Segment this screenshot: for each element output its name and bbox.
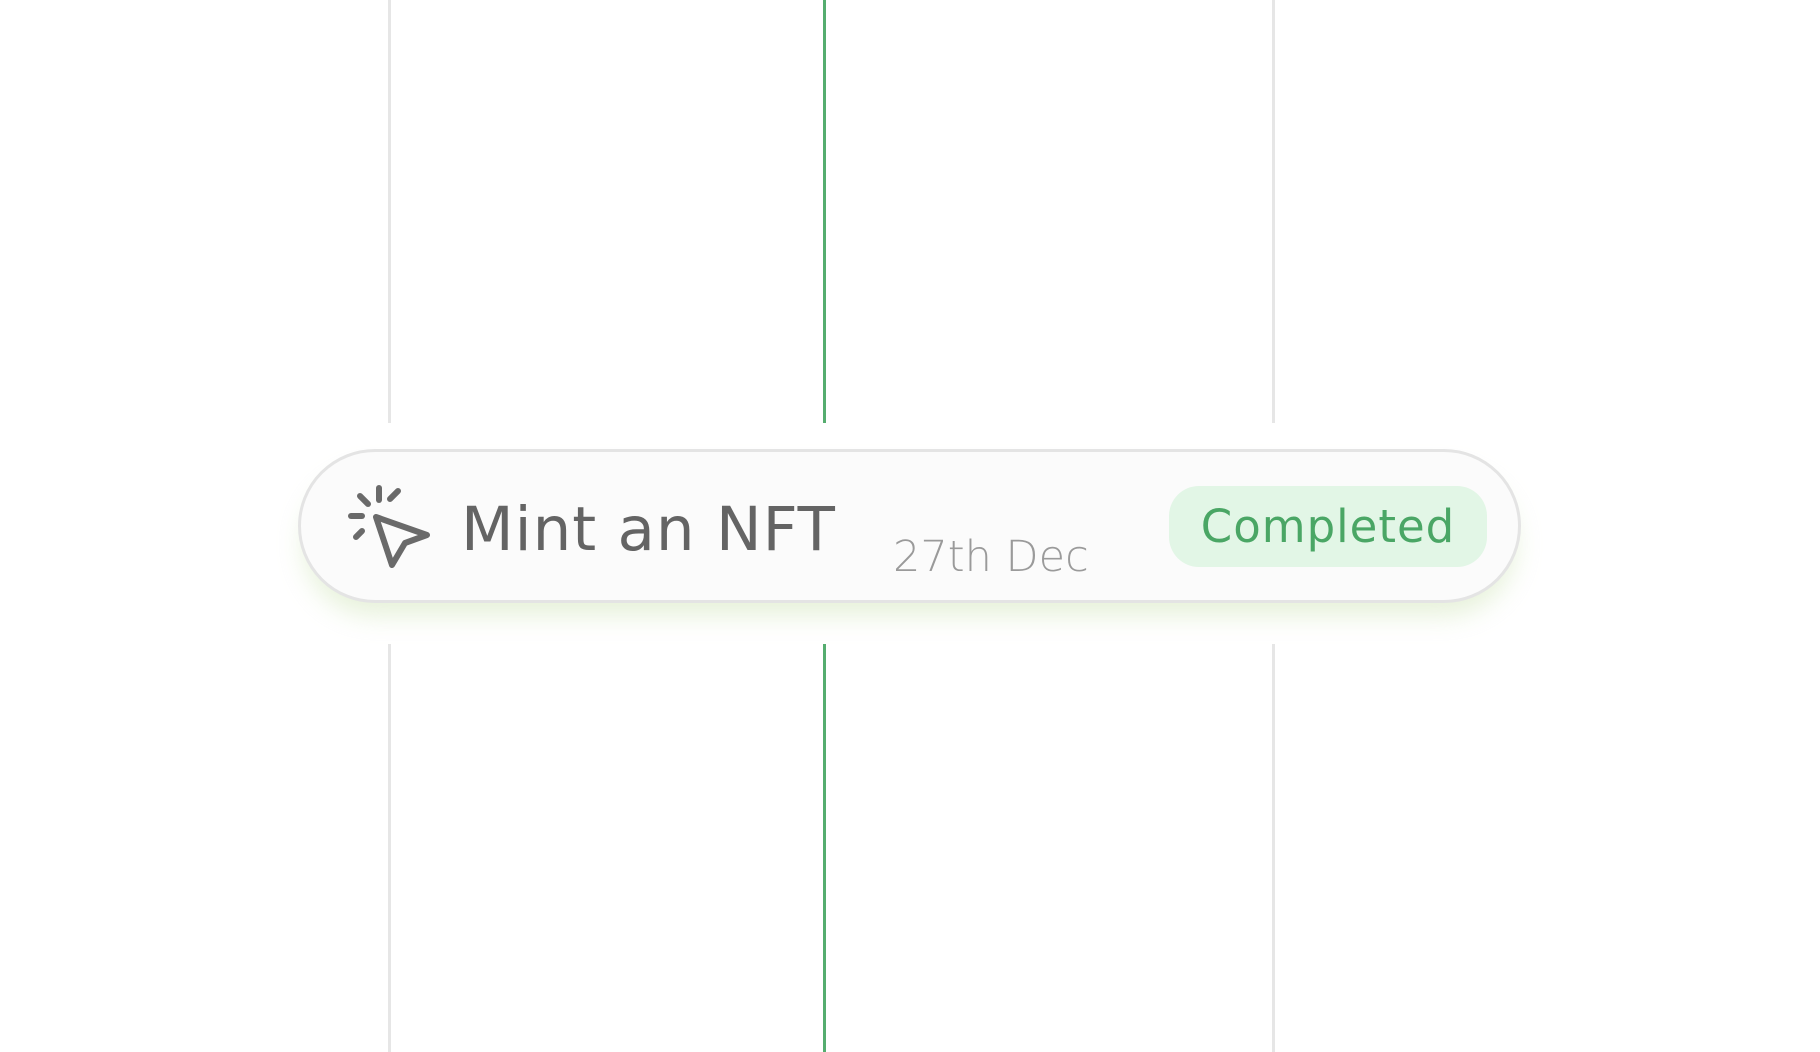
column-divider-left-top — [388, 0, 391, 423]
cursor-click-icon — [347, 485, 431, 569]
column-divider-left-bottom — [388, 644, 391, 1052]
task-title: Mint an NFT — [461, 494, 836, 565]
status-badge: Completed — [1169, 486, 1487, 567]
column-divider-right-bottom — [1272, 644, 1275, 1052]
column-divider-right-top — [1272, 0, 1275, 423]
task-card[interactable]: Mint an NFT 27th Dec Completed — [298, 449, 1521, 603]
task-date: 27th Dec — [893, 532, 1089, 582]
column-divider-accent-top — [823, 0, 826, 423]
column-divider-accent-bottom — [823, 644, 826, 1052]
